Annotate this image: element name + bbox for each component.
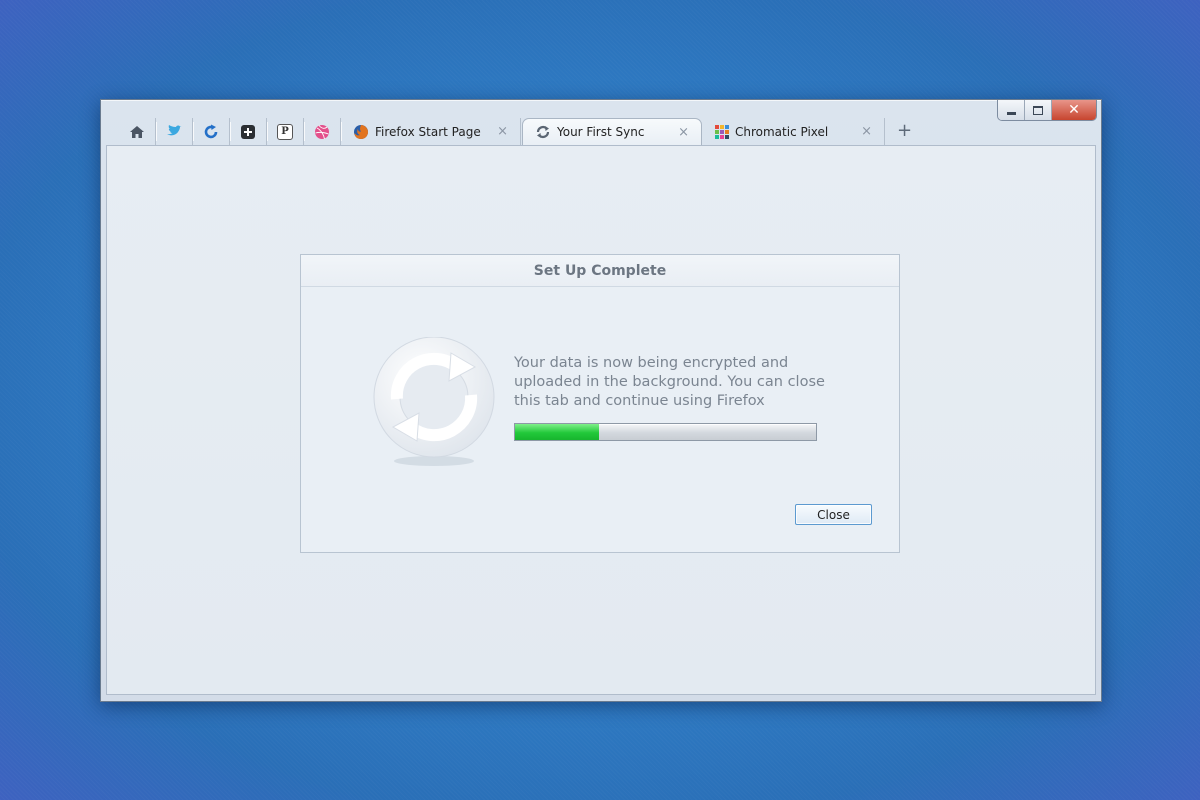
setup-dialog: Set Up Complete Your data is now being e… bbox=[300, 254, 900, 553]
firefox-icon bbox=[354, 124, 368, 139]
p-app-icon: P bbox=[277, 123, 293, 140]
status-message: Your data is now being encrypted and upl… bbox=[514, 355, 825, 409]
new-tab-button[interactable]: + bbox=[897, 120, 912, 141]
plus-app-icon bbox=[241, 124, 255, 139]
close-button[interactable]: Close bbox=[795, 504, 872, 525]
dialog-title: Set Up Complete bbox=[301, 255, 899, 287]
maximize-icon bbox=[1033, 105, 1043, 115]
tab-close-icon[interactable]: × bbox=[497, 124, 508, 139]
tab-close-icon[interactable]: × bbox=[678, 125, 689, 140]
twitter-icon bbox=[167, 125, 182, 136]
chromatic-pixel-icon bbox=[715, 124, 729, 139]
page-content: Set Up Complete Your data is now being e… bbox=[106, 145, 1096, 695]
tab-label: Firefox Start Page bbox=[375, 124, 481, 139]
tab-your-first-sync[interactable]: Your First Sync × bbox=[522, 118, 702, 145]
window-controls: ✕ bbox=[997, 100, 1097, 121]
sync-graphic-icon bbox=[373, 337, 495, 466]
tab-strip: P Firefox Start Page × Your First Sync ×… bbox=[119, 118, 919, 145]
app-tab-twitter[interactable] bbox=[156, 118, 194, 145]
progress-fill bbox=[515, 424, 600, 440]
tab-chromatic-pixel[interactable]: Chromatic Pixel × bbox=[703, 118, 885, 145]
minimize-button[interactable] bbox=[998, 100, 1025, 120]
minimize-icon bbox=[1006, 111, 1016, 115]
close-icon: ✕ bbox=[1068, 102, 1080, 118]
upload-progress-bar bbox=[514, 423, 817, 441]
browser-window: ✕ P Firefox Start Page × Your First Sync… bbox=[100, 99, 1102, 702]
dribbble-icon bbox=[315, 124, 329, 139]
home-icon bbox=[130, 125, 144, 138]
app-tab-home[interactable] bbox=[119, 118, 157, 145]
tab-firefox-start-page[interactable]: Firefox Start Page × bbox=[341, 118, 521, 145]
app-tab-dribbble[interactable] bbox=[304, 118, 342, 145]
sync-icon bbox=[536, 126, 550, 138]
tab-label: Chromatic Pixel bbox=[735, 124, 829, 139]
close-window-button[interactable]: ✕ bbox=[1052, 100, 1096, 120]
tab-close-icon[interactable]: × bbox=[861, 124, 872, 139]
app-tab-plus[interactable] bbox=[230, 118, 268, 145]
app-tab-p[interactable]: P bbox=[267, 118, 305, 145]
app-tab-refresh[interactable] bbox=[193, 118, 231, 145]
maximize-button[interactable] bbox=[1025, 100, 1052, 120]
refresh-icon bbox=[204, 124, 218, 138]
tab-label: Your First Sync bbox=[557, 125, 645, 139]
